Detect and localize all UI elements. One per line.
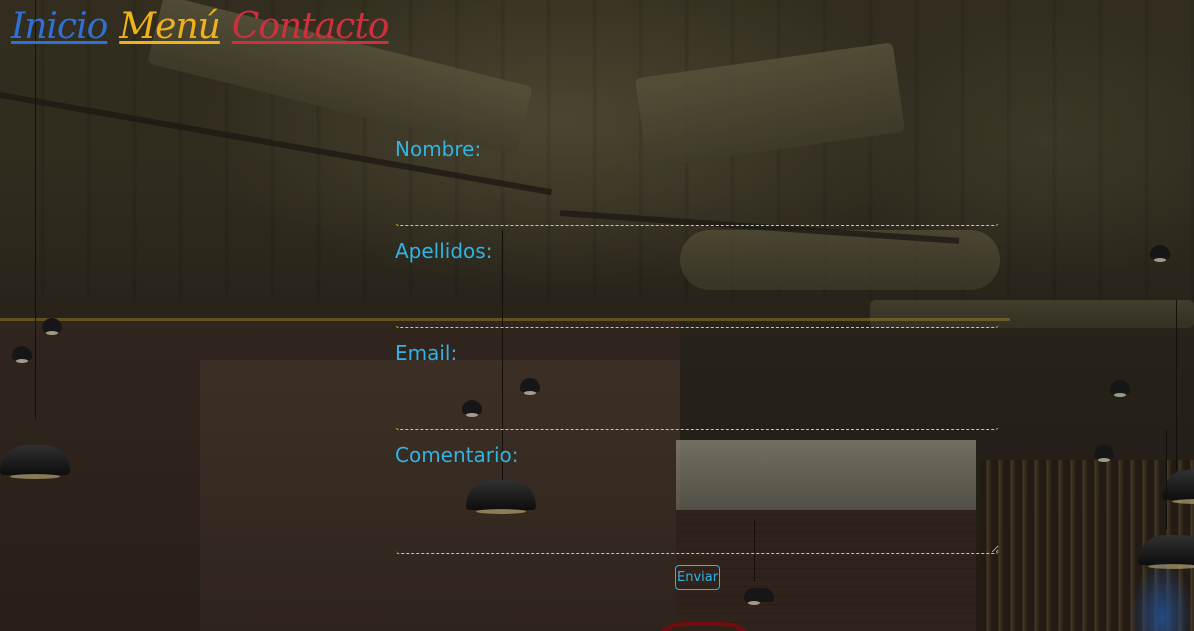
main-nav: Inicio Menú Contacto <box>11 4 390 50</box>
nav-link-contacto[interactable]: Contacto <box>232 4 390 50</box>
nav-link-menu[interactable]: Menú <box>119 4 221 50</box>
nombre-label: Nombre: <box>395 137 482 161</box>
apellidos-label: Apellidos: <box>395 239 493 263</box>
nombre-input[interactable] <box>395 182 999 226</box>
contact-form: Nombre: Apellidos: Email: Comentario: <box>395 134 999 554</box>
apellidos-input[interactable] <box>395 284 999 328</box>
email-label: Email: <box>395 341 458 365</box>
comentario-textarea[interactable] <box>395 486 999 554</box>
email-input[interactable] <box>395 386 999 430</box>
nav-link-inicio[interactable]: Inicio <box>11 4 108 50</box>
comentario-label: Comentario: <box>395 443 519 467</box>
enviar-button[interactable]: Enviar <box>675 565 721 590</box>
